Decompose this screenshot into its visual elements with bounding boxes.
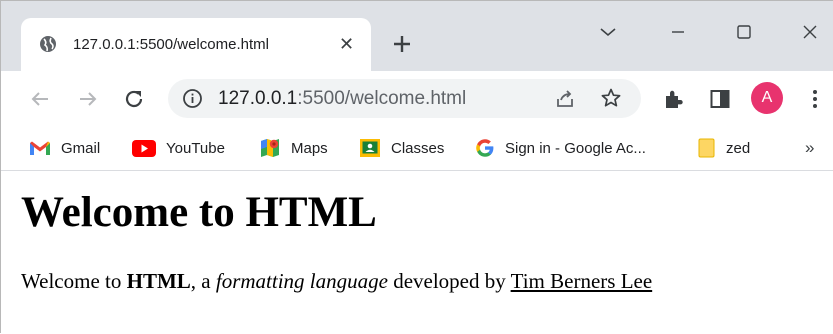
- google-icon: [476, 139, 494, 157]
- author-link[interactable]: Tim Berners Lee: [511, 269, 653, 293]
- minimize-button[interactable]: [663, 17, 693, 47]
- bookmark-folder-zed[interactable]: zed: [698, 135, 750, 161]
- bookmark-label: Sign in - Google Ac...: [505, 139, 646, 157]
- classes-icon: [360, 139, 380, 157]
- url-text: 127.0.0.1:5500/welcome.html: [218, 88, 466, 110]
- bookmark-label: Classes: [391, 139, 445, 157]
- bookmark-google-signin[interactable]: Sign in - Google Ac...: [475, 135, 646, 161]
- extensions-icon[interactable]: [662, 87, 686, 111]
- page-content: Welcome to HTML Welcome to HTML, a forma…: [1, 171, 833, 334]
- bookmark-classes[interactable]: Classes: [359, 135, 444, 161]
- back-icon[interactable]: [28, 87, 52, 111]
- bookmarks-bar: Gmail YouTube Maps Classes Sign in - Goo…: [1, 127, 833, 171]
- para-italic: formatting language: [215, 269, 388, 293]
- bookmark-gmail[interactable]: Gmail: [29, 135, 100, 161]
- bookmark-maps[interactable]: Maps: [259, 135, 328, 161]
- tab-title: 127.0.0.1:5500/welcome.html: [73, 36, 269, 53]
- bookmark-star-icon[interactable]: [600, 87, 622, 109]
- share-icon[interactable]: [554, 88, 576, 110]
- info-icon[interactable]: [182, 88, 203, 109]
- para-bold: HTML: [126, 269, 191, 293]
- reload-icon[interactable]: [122, 87, 146, 111]
- side-panel-icon[interactable]: [708, 87, 732, 111]
- tab-active[interactable]: 127.0.0.1:5500/welcome.html ✕: [21, 18, 371, 71]
- page-heading: Welcome to HTML: [21, 189, 377, 236]
- tab-close-icon[interactable]: ✕: [339, 34, 354, 54]
- gmail-icon: [30, 141, 50, 155]
- bookmark-label: Gmail: [61, 139, 101, 157]
- bookmark-label: zed: [726, 139, 751, 157]
- url-host: 127.0.0.1: [218, 88, 298, 109]
- youtube-icon: [132, 139, 156, 157]
- para-text: developed by: [387, 269, 511, 293]
- bookmark-label: Maps: [291, 139, 328, 157]
- maximize-button[interactable]: [729, 17, 759, 47]
- page-paragraph: Welcome to HTML, a formatting language d…: [21, 268, 652, 294]
- para-text: , a: [190, 269, 216, 293]
- browser-window: 127.0.0.1:5500/welcome.html ✕ 127.0.0.1:…: [0, 0, 833, 334]
- tab-search-chevron-icon[interactable]: [593, 17, 623, 47]
- folder-icon: [698, 138, 715, 158]
- maps-icon: [261, 139, 279, 157]
- menu-icon[interactable]: [803, 87, 827, 111]
- bookmarks-overflow-chevron[interactable]: »: [805, 135, 814, 161]
- globe-icon: [40, 36, 56, 52]
- bookmark-youtube[interactable]: YouTube: [132, 135, 225, 161]
- close-window-button[interactable]: [795, 17, 825, 47]
- bookmark-label: YouTube: [166, 139, 225, 157]
- para-text: Welcome to: [21, 269, 127, 293]
- forward-icon[interactable]: [76, 87, 100, 111]
- tab-strip: 127.0.0.1:5500/welcome.html ✕: [1, 1, 833, 71]
- new-tab-button[interactable]: [389, 31, 415, 57]
- address-bar[interactable]: 127.0.0.1:5500/welcome.html: [168, 79, 641, 118]
- profile-avatar[interactable]: A: [751, 82, 783, 114]
- url-path: :5500/welcome.html: [297, 88, 467, 109]
- toolbar: 127.0.0.1:5500/welcome.html A: [1, 71, 833, 127]
